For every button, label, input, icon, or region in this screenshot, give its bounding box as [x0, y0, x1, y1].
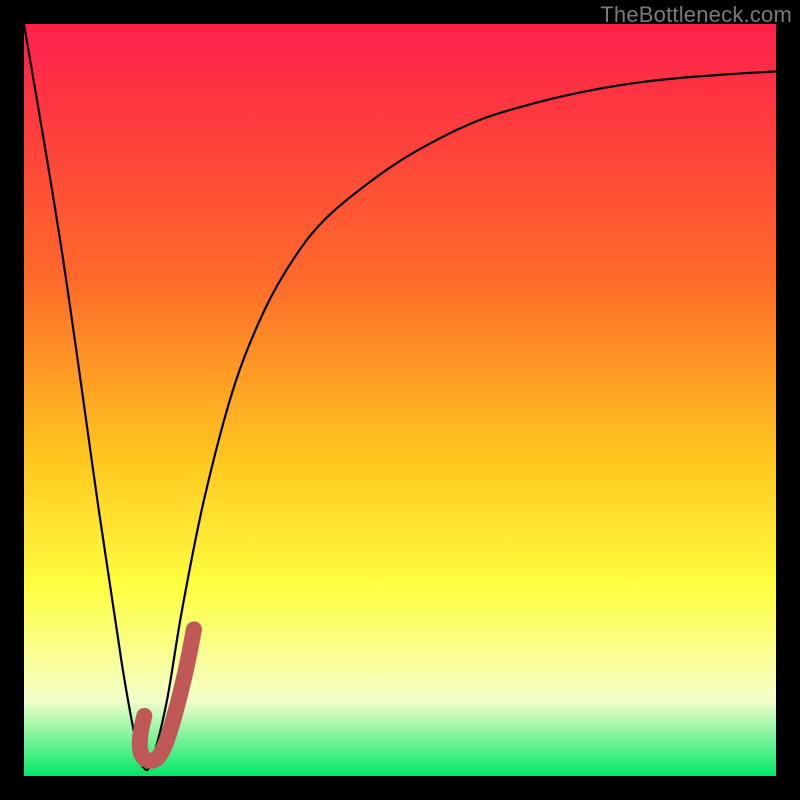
heat-background	[24, 24, 776, 776]
bottleneck-chart	[24, 24, 776, 776]
chart-frame	[24, 24, 776, 776]
